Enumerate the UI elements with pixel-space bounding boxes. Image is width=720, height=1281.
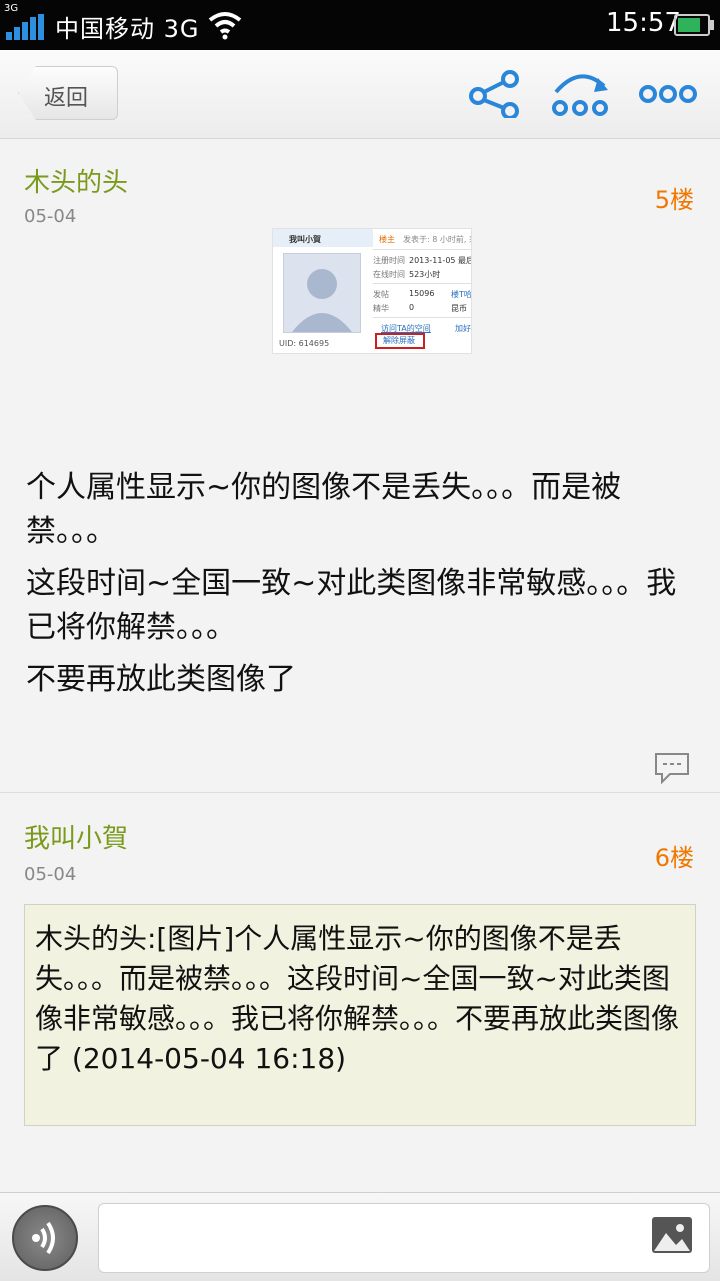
- reply-input[interactable]: [98, 1203, 710, 1273]
- status-bar: 3G 中国移动 3G 15:57: [0, 0, 720, 50]
- battery-tip: [710, 20, 714, 30]
- post-author[interactable]: 木头的头: [24, 162, 128, 199]
- thumb-reg-value: 2013-11-05 最后登: [409, 256, 471, 265]
- battery-icon: [674, 14, 710, 36]
- carrier-label: 中国移动 3G: [55, 15, 200, 43]
- network-type-small: 3G: [4, 3, 19, 14]
- voice-icon: [32, 1221, 55, 1255]
- thumb-online-label: 在线时间: [373, 270, 405, 279]
- post-paragraph: 个人属性显示~你的图像不是丢失。。。而是被禁。。。: [26, 470, 622, 549]
- quoted-reply: 木头的头:[图片]个人属性显示~你的图像不是丢失。。。而是被禁。。。这段时间~全…: [24, 904, 696, 1126]
- thumb-posts-label: 发帖: [373, 290, 389, 299]
- signal-icon: [6, 14, 44, 40]
- post-body: 个人属性显示~你的图像不是丢失。。。而是被禁。。。 这段时间~全国一致~对此类图…: [26, 466, 698, 710]
- voice-input-button[interactable]: [12, 1205, 78, 1271]
- post-floor: 5楼: [654, 186, 694, 214]
- back-button-label[interactable]: 返回: [44, 80, 88, 112]
- post-paragraph: 不要再放此类图像了: [26, 662, 296, 697]
- reply-icon[interactable]: [654, 752, 690, 784]
- thumb-posts-value: 15096: [409, 289, 435, 298]
- clock: 15:57: [606, 8, 681, 38]
- thumb-unban: 解除屏蔽: [383, 336, 415, 345]
- thumb-reg-label: 注册时间: [373, 256, 405, 265]
- avatar: [283, 253, 361, 333]
- post-date: 05-04: [24, 206, 77, 227]
- top-toolbar: 返回: [0, 50, 720, 139]
- thumb-uid: UID: 614695: [279, 339, 330, 348]
- thumb-header: [273, 229, 373, 247]
- post-floor: 6楼: [654, 844, 694, 872]
- thumb-tag-text: 发表于: 8 小时前, 来: [403, 235, 472, 244]
- thumb-essence-extra: 昆币: [451, 304, 467, 313]
- post-divider: [0, 792, 720, 793]
- thumb-posts-extra: 楼T哈: [451, 290, 472, 299]
- thumb-essence-label: 精华: [373, 304, 389, 313]
- wifi-icon: [208, 12, 242, 40]
- forward-icon[interactable]: [550, 70, 612, 118]
- share-icon[interactable]: [466, 70, 522, 118]
- post-date: 05-04: [24, 864, 77, 885]
- thumb-essence-value: 0: [409, 303, 415, 312]
- post-paragraph: 这段时间~全国一致~对此类图像非常敏感。。。我已将你解禁。。。: [26, 566, 677, 645]
- image-icon[interactable]: [650, 1215, 694, 1255]
- person-icon: [292, 269, 352, 332]
- thumb-add-friend: 加好友: [455, 324, 471, 333]
- reply-bar: [0, 1192, 720, 1281]
- more-icon[interactable]: [638, 70, 698, 118]
- post-image[interactable]: 我叫小賀 楼主 发表于: 8 小时前, 来 注册时间 2013-11-05 最后…: [272, 228, 472, 354]
- thumb-online-value: 523小时: [409, 270, 441, 279]
- post-author[interactable]: 我叫小賀: [24, 818, 128, 855]
- thumb-username: 我叫小賀: [289, 235, 321, 244]
- thumb-tag: 楼主: [379, 235, 395, 244]
